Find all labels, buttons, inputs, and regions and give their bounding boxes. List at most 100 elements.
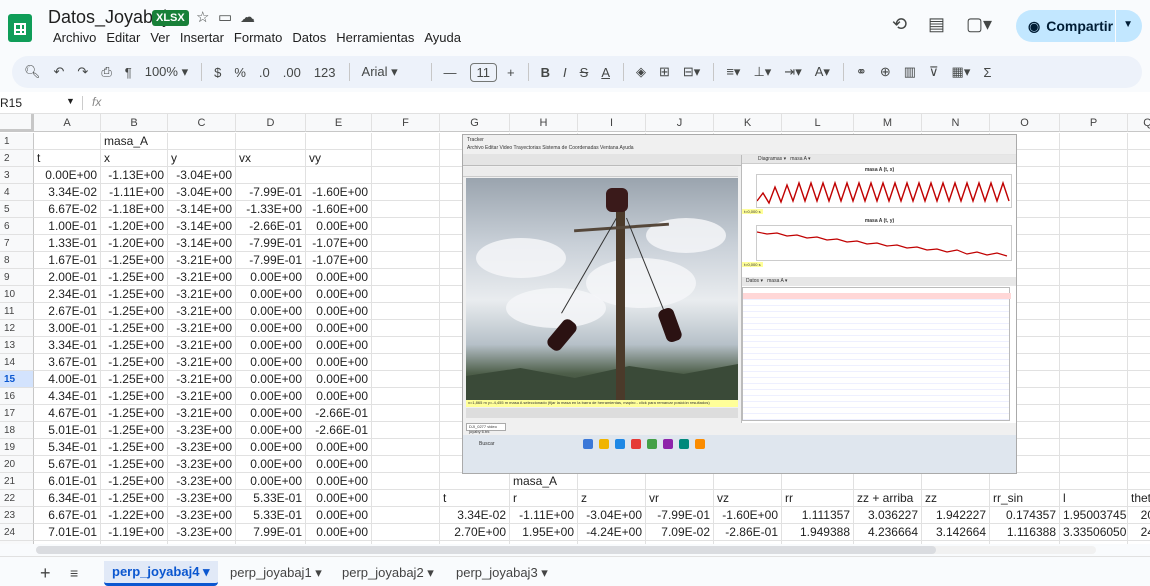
cell[interactable] — [440, 473, 510, 490]
cell[interactable] — [372, 201, 440, 218]
cell[interactable]: 6.01E-01 — [34, 473, 101, 490]
cell[interactable] — [1128, 235, 1150, 252]
cell[interactable] — [372, 269, 440, 286]
cell[interactable] — [1060, 388, 1128, 405]
cell[interactable] — [236, 133, 306, 150]
cell[interactable]: 0.00E+00 — [306, 269, 372, 286]
insert-comment-icon[interactable]: ⊕ — [880, 64, 891, 80]
cell[interactable]: 5.67E-01 — [34, 456, 101, 473]
cell[interactable]: 0.00E+00 — [236, 439, 306, 456]
cell[interactable]: -2.66E-01 — [306, 422, 372, 439]
cell[interactable]: 0.00E+00 — [306, 371, 372, 388]
cell[interactable]: -2.66E-01 — [236, 218, 306, 235]
cell[interactable] — [1060, 303, 1128, 320]
cell[interactable]: 0.00E+00 — [306, 439, 372, 456]
cell[interactable]: -1.25E+00 — [101, 337, 168, 354]
cell[interactable]: -1.33E+00 — [236, 201, 306, 218]
cell[interactable] — [1060, 337, 1128, 354]
cell[interactable]: -1.25E+00 — [101, 405, 168, 422]
cell[interactable]: -1.60E+00 — [306, 201, 372, 218]
table-header-cell[interactable]: vr — [646, 490, 714, 507]
cell[interactable] — [372, 354, 440, 371]
cell[interactable]: 0.00E+00 — [306, 490, 372, 507]
table-header-cell[interactable]: vz — [714, 490, 782, 507]
cell[interactable]: -3.04E+00 — [168, 184, 236, 201]
cell[interactable]: 0.00E+00 — [236, 320, 306, 337]
cell[interactable]: 0.00E+00 — [236, 269, 306, 286]
cell[interactable]: y — [168, 150, 236, 167]
cell[interactable] — [372, 456, 440, 473]
row-header[interactable]: 1 — [0, 133, 34, 150]
sheet-tab-perp_joyabaj1[interactable]: perp_joyabaj1 ▾ — [230, 565, 322, 581]
cell[interactable]: -3.21E+00 — [168, 354, 236, 371]
merge-cells-icon[interactable]: ⊟▾ — [683, 64, 700, 80]
cell[interactable]: 1.33E-01 — [34, 235, 101, 252]
sheet-tab-perp_joyabaj3[interactable]: perp_joyabaj3 ▾ — [456, 565, 548, 581]
select-all-corner[interactable] — [0, 114, 34, 132]
column-header-M[interactable]: M — [854, 114, 922, 132]
cell[interactable] — [646, 473, 714, 490]
row-header[interactable]: 6 — [0, 218, 34, 235]
cell[interactable]: -3.23E+00 — [168, 456, 236, 473]
cell[interactable]: 1.67E-01 — [34, 252, 101, 269]
row-header[interactable]: 21 — [0, 473, 34, 490]
share-button[interactable]: ◉ Compartir ▼ — [1016, 10, 1142, 42]
column-header-C[interactable]: C — [168, 114, 236, 132]
row-header[interactable]: 8 — [0, 252, 34, 269]
cell[interactable] — [372, 252, 440, 269]
cell[interactable] — [168, 133, 236, 150]
cell[interactable]: 7.34E-01 — [34, 541, 101, 544]
cell[interactable] — [372, 439, 440, 456]
cell[interactable]: 24.7 — [1128, 524, 1150, 541]
cell[interactable] — [1060, 456, 1128, 473]
table-header-cell[interactable]: rr — [782, 490, 854, 507]
cell[interactable]: 6.67E-02 — [34, 201, 101, 218]
cell[interactable] — [1128, 405, 1150, 422]
cell[interactable]: -3.21E+00 — [168, 371, 236, 388]
sheets-logo-icon[interactable] — [8, 14, 32, 42]
cell[interactable] — [1060, 320, 1128, 337]
cell[interactable]: 22.8 — [1128, 541, 1150, 544]
row-header[interactable]: 2 — [0, 150, 34, 167]
cell[interactable]: -1.22E+00 — [101, 507, 168, 524]
cell[interactable] — [236, 167, 306, 184]
cell[interactable] — [1060, 286, 1128, 303]
cell[interactable]: -2.86E-01 — [714, 524, 782, 541]
cell[interactable]: 5.01E-01 — [34, 422, 101, 439]
name-box[interactable]: R15 — [0, 96, 22, 110]
history-icon[interactable]: ⟲ — [892, 14, 907, 35]
cell[interactable]: -1.11E+00 — [101, 184, 168, 201]
cell[interactable]: -1.11E+00 — [510, 507, 578, 524]
percent-button[interactable]: % — [234, 65, 246, 80]
cell[interactable]: 0.00E+00 — [306, 507, 372, 524]
table-header-cell[interactable]: r — [510, 490, 578, 507]
row-header[interactable]: 11 — [0, 303, 34, 320]
cell[interactable] — [1128, 456, 1150, 473]
menu-insertar[interactable]: Insertar — [175, 30, 229, 45]
row-header[interactable]: 10 — [0, 286, 34, 303]
cell[interactable]: -1.25E+00 — [101, 490, 168, 507]
cell[interactable] — [1128, 320, 1150, 337]
cell[interactable] — [372, 133, 440, 150]
cell[interactable]: 7.99E-01 — [236, 524, 306, 541]
menu-archivo[interactable]: Archivo — [48, 30, 101, 45]
column-header-G[interactable]: G — [440, 114, 510, 132]
cell[interactable]: 0.00E+00 — [236, 371, 306, 388]
cell[interactable]: 4.236664 — [854, 524, 922, 541]
sheet-tab-perp_joyabaj4[interactable]: perp_joyabaj4 ▾ — [104, 561, 218, 586]
cell[interactable]: 5.33E-01 — [236, 507, 306, 524]
cell[interactable] — [1128, 473, 1150, 490]
cell[interactable]: 0.00E+00 — [306, 320, 372, 337]
cell[interactable]: -3.14E+00 — [168, 218, 236, 235]
cell[interactable]: -7.99E-01 — [236, 252, 306, 269]
row-header[interactable]: 7 — [0, 235, 34, 252]
strikethrough-button[interactable]: S — [580, 65, 589, 80]
cell[interactable]: 4.34E-01 — [34, 388, 101, 405]
cell[interactable]: -3.23E+00 — [168, 473, 236, 490]
all-sheets-menu-icon[interactable]: ≡ — [70, 565, 78, 581]
text-rotation-icon[interactable]: A▾ — [815, 64, 830, 80]
table-header-cell[interactable]: z — [578, 490, 646, 507]
cell[interactable]: -3.14E+00 — [168, 201, 236, 218]
cell[interactable]: -3.21E+00 — [168, 320, 236, 337]
cell[interactable]: 3.34E-02 — [440, 507, 510, 524]
